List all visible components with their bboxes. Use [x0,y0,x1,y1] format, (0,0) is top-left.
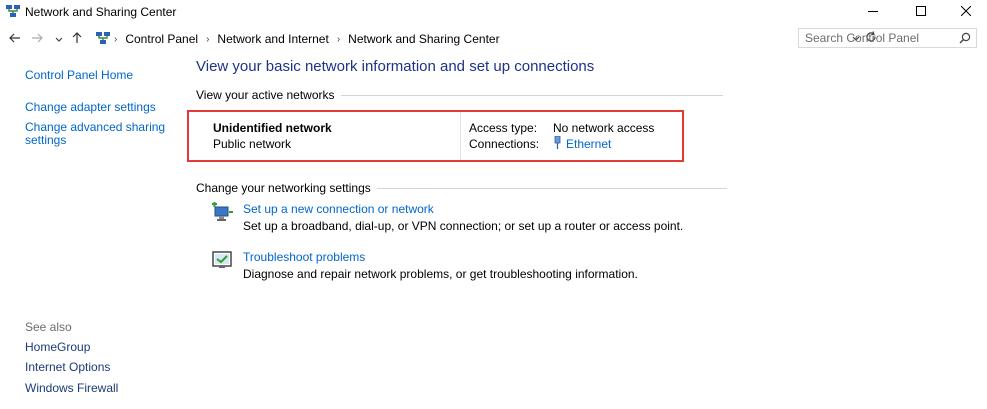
connections-label: Connections: [469,137,540,151]
network-category-link[interactable]: Public network [213,137,291,151]
setup-connection-description: Set up a broadband, dial-up, or VPN conn… [243,219,684,233]
maximize-button[interactable] [898,0,944,24]
sidebar-item-change-adapter-settings[interactable]: Change adapter settings [25,100,156,114]
sidebar-item-control-panel-home[interactable]: Control Panel Home [25,68,133,82]
panel-divider [460,112,461,160]
window-title: Network and Sharing Center [25,5,177,19]
arrow-right-icon [31,32,43,46]
active-network-panel: Unidentified network Public network Acce… [187,110,684,162]
sidebar-item-label: settings [25,133,67,147]
close-button[interactable] [943,0,987,24]
connection-link[interactable]: Ethernet [553,135,611,152]
see-also-windows-firewall[interactable]: Windows Firewall [25,381,118,395]
breadcrumb-separator-icon: › [206,33,210,45]
access-type-label: Access type: [469,121,538,135]
address-bar[interactable]: › Control Panel › Network and Internet ›… [92,29,876,49]
section-label: Change your networking settings [196,181,371,195]
up-button[interactable] [70,31,84,47]
arrow-left-icon [9,32,21,46]
search-input[interactable] [805,31,945,45]
troubleshoot-icon [212,250,232,273]
setup-connection-link[interactable]: Set up a new connection or network [243,202,434,216]
troubleshoot-description: Diagnose and repair network problems, or… [243,267,638,281]
breadcrumb-separator-icon: › [336,33,341,45]
network-center-icon [6,5,20,21]
control-panel-icon [96,32,110,48]
minimize-icon [868,5,878,19]
access-type-value: No network access [553,121,655,135]
network-name: Unidentified network [213,121,332,135]
see-also-label: See also [25,320,72,334]
see-also-homegroup[interactable]: HomeGroup [25,340,90,354]
back-button[interactable] [8,31,22,47]
troubleshoot-link[interactable]: Troubleshoot problems [243,250,365,264]
active-networks-section-header: View your active networks [196,88,723,102]
recent-locations-button[interactable] [52,31,66,47]
breadcrumb-separator-icon: › [114,33,118,45]
maximize-icon [916,5,926,19]
ethernet-icon [553,135,562,152]
minimize-button[interactable] [850,0,896,24]
see-also-internet-options[interactable]: Internet Options [25,360,110,374]
breadcrumb: › Control Panel › Network and Internet ›… [114,32,500,46]
address-row: › Control Panel › Network and Internet ›… [0,28,987,50]
ethernet-link[interactable]: Ethernet [566,137,611,151]
arrow-up-icon [72,31,82,47]
close-icon [960,5,972,19]
forward-button[interactable] [30,31,44,47]
change-settings-section-header: Change your networking settings [196,181,727,195]
sidebar-item-change-advanced-sharing-settings[interactable]: Change advanced sharing settings [25,121,165,147]
breadcrumb-network-and-sharing-center[interactable]: Network and Sharing Center [348,32,499,46]
section-label: View your active networks [196,88,335,102]
title-bar: Network and Sharing Center [0,0,987,24]
breadcrumb-control-panel[interactable]: Control Panel [125,32,198,46]
search-box[interactable] [798,28,977,48]
search-icon[interactable] [959,32,971,47]
section-divider [340,94,723,96]
breadcrumb-network-and-internet[interactable]: Network and Internet [217,32,328,46]
new-connection-icon [212,202,234,225]
sidebar-item-label: Change advanced sharing [25,120,166,134]
page-title: View your basic network information and … [196,58,595,75]
section-divider [376,187,727,189]
chevron-down-icon [55,32,63,46]
